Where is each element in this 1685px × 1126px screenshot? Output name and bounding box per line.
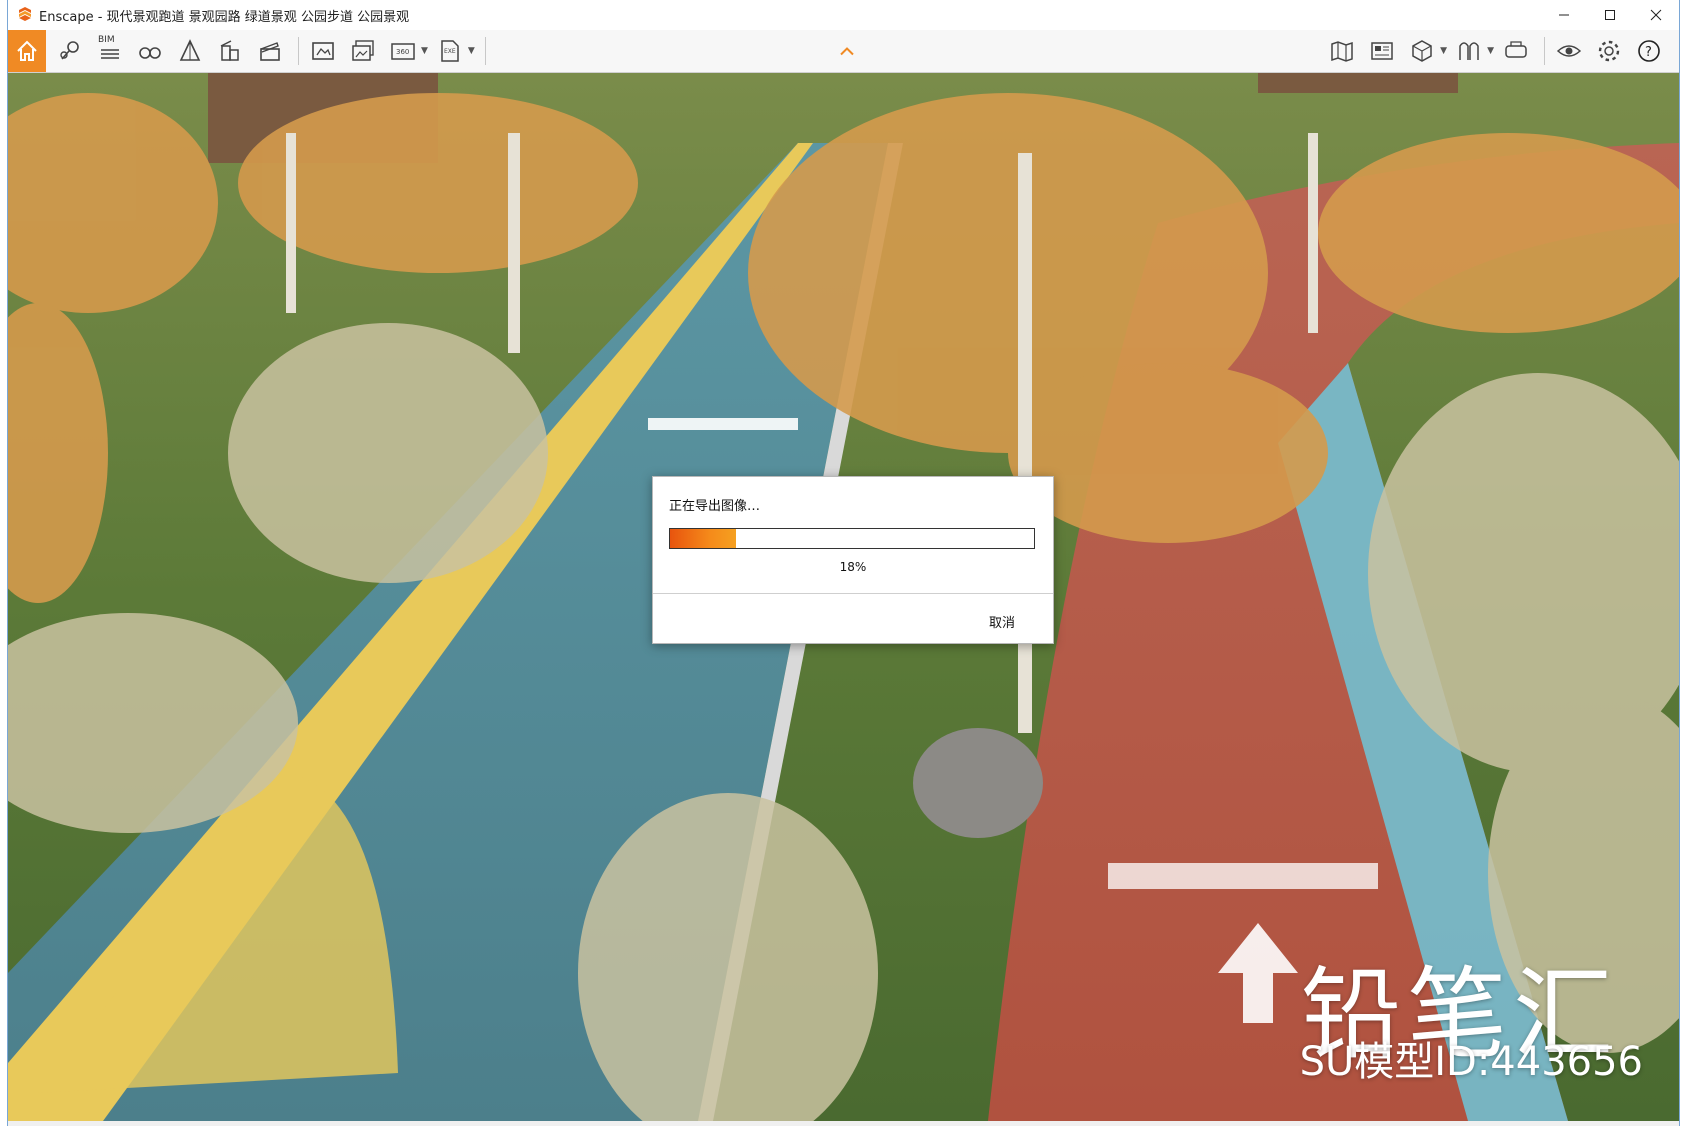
home-icon	[17, 40, 37, 61]
render-icon	[312, 42, 334, 60]
visual-settings-button[interactable]	[1551, 32, 1587, 70]
home-button[interactable]	[8, 30, 46, 72]
perspective-icon	[179, 39, 201, 61]
chevron-up-icon	[840, 47, 854, 56]
svg-text:?: ?	[1645, 45, 1652, 60]
export-progress-dialog: 正在导出图像… 18% 取消	[652, 476, 1054, 644]
export-dropdown-icon[interactable]: ▼	[468, 46, 475, 56]
visibility-icon	[1556, 45, 1582, 57]
material-dropdown-icon[interactable]: ▼	[1487, 46, 1494, 56]
help-button[interactable]: ?	[1631, 32, 1667, 70]
material-icon	[1459, 42, 1479, 60]
cube-icon	[1412, 40, 1432, 62]
settings-icon	[1598, 40, 1620, 62]
panorama-360-icon: 360	[391, 43, 415, 60]
toolbar-separator	[298, 37, 299, 65]
cancel-button[interactable]: 取消	[981, 608, 1023, 635]
help-icon: ?	[1638, 40, 1660, 62]
export-progress-bar	[669, 528, 1035, 549]
window-controls	[1541, 0, 1679, 30]
binoculars-icon	[139, 47, 161, 59]
window-title: Enscape - 现代景观跑道 景观园路 绿道景观 公园步道 公园景观	[39, 9, 410, 25]
exe-export-icon: EXE	[441, 40, 459, 62]
minimize-icon	[1559, 14, 1569, 16]
walk-mode-button[interactable]	[132, 32, 168, 70]
collapse-toolbar-button[interactable]	[839, 42, 855, 61]
title-bar[interactable]: Enscape - 现代景观跑道 景观园路 绿道景观 公园步道 公园景观	[8, 0, 1679, 30]
object-dropdown-icon[interactable]: ▼	[1440, 46, 1447, 56]
close-icon	[1650, 9, 1662, 21]
watermark-model-id: SU模型ID:443656	[1299, 1039, 1643, 1085]
main-toolbar: BIM 360 ▼ EXE ▼ ▼ ▼ ?	[8, 30, 1679, 73]
panorama-button[interactable]: 360	[385, 32, 421, 70]
pin-icon	[60, 41, 79, 60]
exe-export-button[interactable]: EXE	[432, 32, 468, 70]
toolbar-separator	[1544, 37, 1545, 65]
maximize-icon	[1605, 10, 1615, 20]
batch-render-icon	[352, 40, 374, 61]
panorama-dropdown-icon[interactable]: ▼	[421, 46, 428, 56]
video-editor-button[interactable]	[252, 32, 288, 70]
dialog-title: 正在导出图像…	[669, 499, 761, 514]
dialog-divider	[653, 593, 1053, 594]
object-button[interactable]	[1404, 32, 1440, 70]
bim-label: BIM	[98, 35, 115, 45]
asset-library-icon	[1371, 42, 1393, 60]
progress-percent-label: 18%	[839, 560, 867, 574]
orthographic-button[interactable]	[212, 32, 248, 70]
close-button[interactable]	[1633, 0, 1679, 30]
maximize-button[interactable]	[1587, 0, 1633, 30]
batch-render-button[interactable]	[345, 32, 381, 70]
perspective-button[interactable]	[172, 32, 208, 70]
vr-headset-icon	[1505, 41, 1527, 58]
progress-bar-fill	[670, 529, 736, 548]
app-window: Enscape - 现代景观跑道 景观园路 绿道景观 公园步道 公园景观 BIM…	[7, 0, 1680, 1126]
clapper-icon	[260, 42, 280, 61]
building-icon	[220, 40, 239, 61]
toolbar-right: ▼ ▼ ?	[1324, 30, 1671, 72]
svg-text:EXE: EXE	[444, 48, 456, 55]
render-image-button[interactable]	[305, 32, 341, 70]
toolbar-separator	[484, 37, 486, 65]
map-button[interactable]	[1324, 32, 1360, 70]
view-management-button[interactable]	[52, 32, 88, 70]
map-icon	[1331, 41, 1353, 62]
minimize-button[interactable]	[1541, 0, 1587, 30]
vr-headset-button[interactable]	[1498, 32, 1534, 70]
material-editor-button[interactable]	[1451, 32, 1487, 70]
svg-text:360: 360	[396, 48, 409, 56]
enscape-logo-icon	[19, 7, 31, 21]
bim-button[interactable]: BIM	[92, 32, 128, 70]
settings-button[interactable]	[1591, 32, 1627, 70]
asset-library-button[interactable]	[1364, 32, 1400, 70]
